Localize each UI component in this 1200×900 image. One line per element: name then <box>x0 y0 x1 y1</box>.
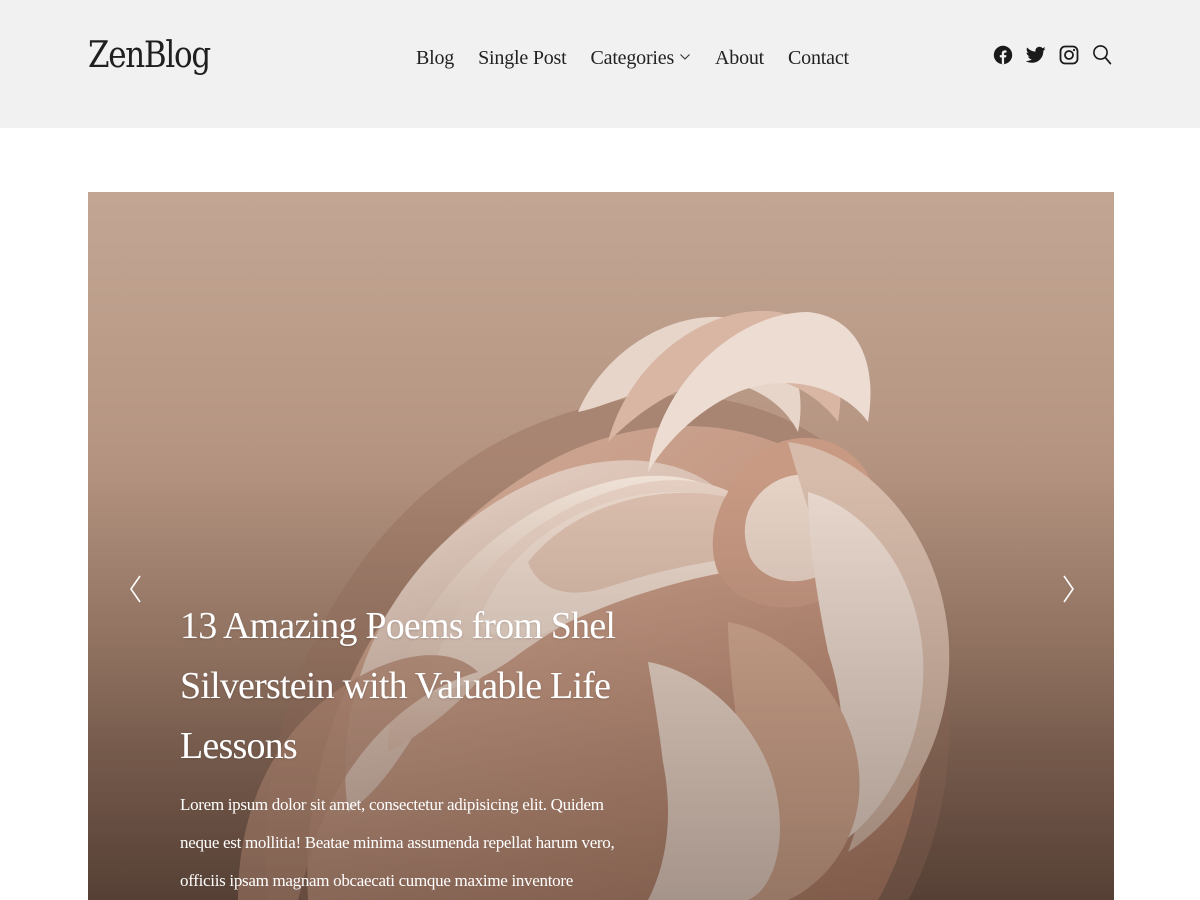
nav-single-post-label: Single Post <box>478 46 567 69</box>
twitter-icon[interactable] <box>1025 42 1046 68</box>
main-nav: Blog Single Post Categories About Contac… <box>404 40 861 76</box>
search-icon[interactable] <box>1091 42 1112 68</box>
nav-single-post[interactable]: Single Post <box>466 47 578 70</box>
nav-contact[interactable]: Contact <box>776 47 861 70</box>
hero-caption: 13 Amazing Poems from Shel Silverstein w… <box>180 596 640 900</box>
nav-about[interactable]: About <box>703 47 776 70</box>
instagram-icon[interactable] <box>1058 42 1079 68</box>
chevron-down-icon <box>680 53 690 60</box>
hero-slider: 13 Amazing Poems from Shel Silverstein w… <box>88 192 1114 900</box>
nav-categories-label: Categories <box>590 46 675 69</box>
facebook-icon[interactable] <box>992 42 1013 68</box>
nav-categories[interactable]: Categories <box>579 47 704 70</box>
site-logo[interactable]: ZenBlog <box>88 28 211 84</box>
chevron-right-icon[interactable] <box>1056 572 1080 606</box>
chevron-left-icon[interactable] <box>124 572 148 606</box>
nav-blog-label: Blog <box>416 46 455 69</box>
hero-excerpt: Lorem ipsum dolor sit amet, consectetur … <box>180 795 615 890</box>
nav-blog[interactable]: Blog <box>404 47 466 70</box>
nav-about-label: About <box>715 46 765 69</box>
social-links <box>992 42 1112 68</box>
nav-contact-label: Contact <box>788 46 849 69</box>
site-header: ZenBlog Blog Single Post Categories Abou… <box>0 0 1200 128</box>
hero-title[interactable]: 13 Amazing Poems from Shel Silverstein w… <box>180 596 640 776</box>
